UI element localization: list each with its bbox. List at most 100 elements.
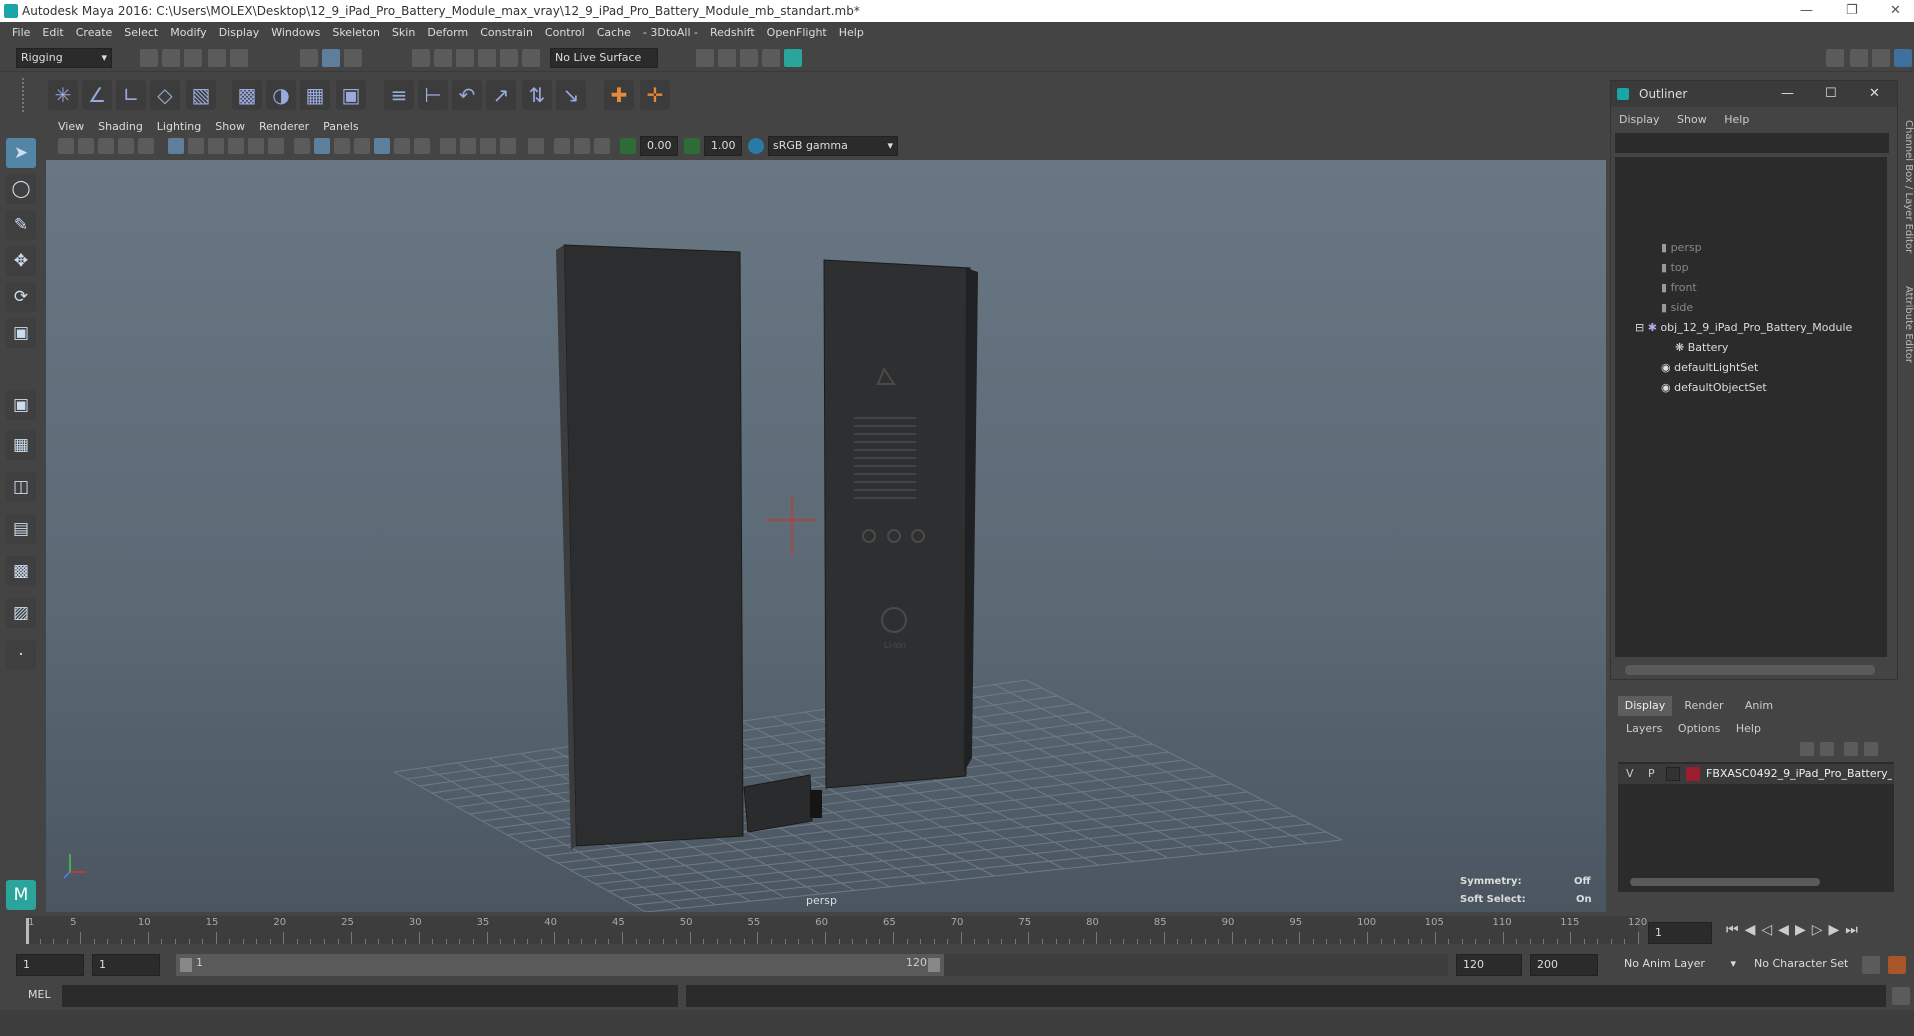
- move-tool-icon[interactable]: ✥: [6, 246, 36, 276]
- pole-vector-icon[interactable]: ↘: [556, 80, 586, 110]
- two-d-pan-icon[interactable]: [138, 138, 154, 154]
- exposure-field[interactable]: 0.00: [640, 136, 678, 156]
- render-frame-icon[interactable]: [718, 49, 736, 67]
- outliner-filter-input[interactable]: [1615, 133, 1889, 153]
- motion-blur-icon[interactable]: [460, 138, 476, 154]
- snap-magnet-icon[interactable]: [522, 49, 540, 67]
- outliner-item-side[interactable]: ▮ side: [1661, 299, 1693, 317]
- range-end-handle[interactable]: [928, 958, 940, 972]
- script-editor-icon[interactable]: [1892, 987, 1910, 1005]
- panel-menu-shading[interactable]: Shading: [98, 120, 143, 133]
- resolution-gate-icon[interactable]: [208, 138, 224, 154]
- layer-horizontal-scrollbar[interactable]: [1630, 878, 1820, 886]
- new-scene-icon[interactable]: [140, 49, 158, 67]
- lattice-icon[interactable]: ▦: [300, 80, 330, 110]
- auto-key-icon[interactable]: [1862, 956, 1880, 974]
- panel-menu-lighting[interactable]: Lighting: [157, 120, 201, 133]
- scale-tool-icon[interactable]: ▣: [6, 318, 36, 348]
- go-to-end-icon[interactable]: ⏭: [1845, 922, 1864, 938]
- outliner-menu-help[interactable]: Help: [1724, 113, 1749, 126]
- orient-constraint-icon[interactable]: ↶: [452, 80, 482, 110]
- persp-hypershade-layout-icon[interactable]: ▩: [6, 556, 36, 586]
- layer-type-toggle[interactable]: [1666, 767, 1680, 781]
- animation-prefs-icon[interactable]: [1888, 956, 1906, 974]
- open-scene-icon[interactable]: [162, 49, 180, 67]
- new-layer-selected-icon[interactable]: [1864, 742, 1878, 756]
- menu-skin[interactable]: Skin: [392, 26, 415, 39]
- restore-icon[interactable]: ❐: [1846, 0, 1858, 22]
- menu-control[interactable]: Control: [545, 26, 585, 39]
- cluster-icon[interactable]: ▣: [336, 80, 366, 110]
- use-all-lights-icon[interactable]: [394, 138, 410, 154]
- default-material-icon[interactable]: [334, 138, 350, 154]
- depth-of-field-icon[interactable]: [500, 138, 516, 154]
- select-component-icon[interactable]: [344, 49, 362, 67]
- channel-box-toggle-icon[interactable]: [1894, 49, 1912, 67]
- point-constraint-icon[interactable]: ≡: [384, 80, 414, 110]
- bind-skin-icon[interactable]: ▩: [232, 80, 262, 110]
- perspective-viewport[interactable]: Li-ion persp Symmetry: Off Soft Select: …: [46, 160, 1606, 912]
- save-scene-icon[interactable]: [184, 49, 202, 67]
- select-object-icon[interactable]: [322, 49, 340, 67]
- paint-weights-icon[interactable]: ◑: [266, 80, 296, 110]
- menu-edit[interactable]: Edit: [42, 26, 63, 39]
- playback-start-field[interactable]: 1: [92, 954, 160, 976]
- attribute-editor-side-tab[interactable]: Attribute Editor: [1900, 286, 1914, 376]
- image-plane-icon[interactable]: [118, 138, 134, 154]
- menu-skeleton[interactable]: Skeleton: [332, 26, 380, 39]
- gamma-field[interactable]: 1.00: [704, 136, 742, 156]
- shadows-icon[interactable]: [414, 138, 430, 154]
- menu-set-dropdown[interactable]: Rigging ▾: [16, 48, 112, 68]
- camera-lock-icon[interactable]: [78, 138, 94, 154]
- close-icon[interactable]: ✕: [1890, 0, 1901, 22]
- layer-row[interactable]: V P FBXASC0492_9_iPad_Pro_Battery_Mo: [1618, 764, 1894, 784]
- joint-tool-icon[interactable]: ✳: [48, 80, 78, 110]
- outliner-title-bar[interactable]: Outliner — ☐ ✕: [1611, 81, 1897, 107]
- layer-tab-display[interactable]: Display: [1618, 696, 1672, 716]
- menu-openflight[interactable]: OpenFlight: [767, 26, 827, 39]
- menu-file[interactable]: File: [12, 26, 30, 39]
- layer-tab-anim[interactable]: Anim: [1734, 696, 1784, 716]
- cluster-handle-icon[interactable]: ✛: [640, 80, 670, 110]
- snap-view-icon[interactable]: [478, 49, 496, 67]
- outliner-item-persp[interactable]: ▮ persp: [1661, 239, 1702, 257]
- aim-constraint-icon[interactable]: ⊢: [418, 80, 448, 110]
- render-settings-icon[interactable]: [762, 49, 780, 67]
- film-gate-icon[interactable]: [188, 138, 204, 154]
- menu-cache[interactable]: Cache: [597, 26, 631, 39]
- ik-spline-icon[interactable]: ∟: [116, 80, 146, 110]
- step-back-frame-icon[interactable]: ◁: [1761, 922, 1778, 938]
- layer-color-swatch[interactable]: [1686, 767, 1700, 781]
- command-language-label[interactable]: MEL: [28, 988, 51, 1001]
- menu-display[interactable]: Display: [219, 26, 260, 39]
- snap-point-icon[interactable]: [456, 49, 474, 67]
- mirror-joint-icon[interactable]: ◇: [150, 80, 180, 110]
- panel-menu-renderer[interactable]: Renderer: [259, 120, 309, 133]
- xray-joints-icon[interactable]: [574, 138, 590, 154]
- outliner-item-top[interactable]: ▮ top: [1661, 259, 1689, 277]
- animation-start-field[interactable]: 1: [16, 954, 84, 976]
- parent-constraint-icon[interactable]: ⇅: [522, 80, 552, 110]
- menu-redshift[interactable]: Redshift: [710, 26, 755, 39]
- ik-handle-icon[interactable]: ∠: [82, 80, 112, 110]
- rotate-tool-icon[interactable]: ⟳: [6, 282, 36, 312]
- outliner-item-battery[interactable]: ❋ Battery: [1675, 339, 1728, 357]
- modeling-toolkit-icon[interactable]: [1826, 49, 1844, 67]
- maya-home-icon[interactable]: M: [6, 880, 36, 910]
- expand-toolbox-icon[interactable]: ·: [6, 640, 36, 670]
- layer-menu-options[interactable]: Options: [1678, 722, 1720, 735]
- outliner-item-default-object-set[interactable]: ◉ defaultObjectSet: [1661, 379, 1767, 397]
- view-transform-dropdown[interactable]: sRGB gamma ▾: [768, 136, 898, 156]
- outliner-menu-show[interactable]: Show: [1677, 113, 1707, 126]
- menu-3dtoall[interactable]: - 3DtoAll -: [643, 26, 698, 39]
- minimize-icon[interactable]: —: [1781, 81, 1794, 107]
- menu-windows[interactable]: Windows: [271, 26, 320, 39]
- play-backwards-icon[interactable]: ◀: [1778, 922, 1795, 938]
- command-input[interactable]: [62, 985, 678, 1007]
- anti-aliasing-icon[interactable]: [480, 138, 496, 154]
- undo-icon[interactable]: [208, 49, 226, 67]
- panel-menu-panels[interactable]: Panels: [323, 120, 358, 133]
- locator-icon[interactable]: ✚: [604, 80, 634, 110]
- gate-mask-icon[interactable]: [228, 138, 244, 154]
- color-management-icon[interactable]: [748, 138, 764, 154]
